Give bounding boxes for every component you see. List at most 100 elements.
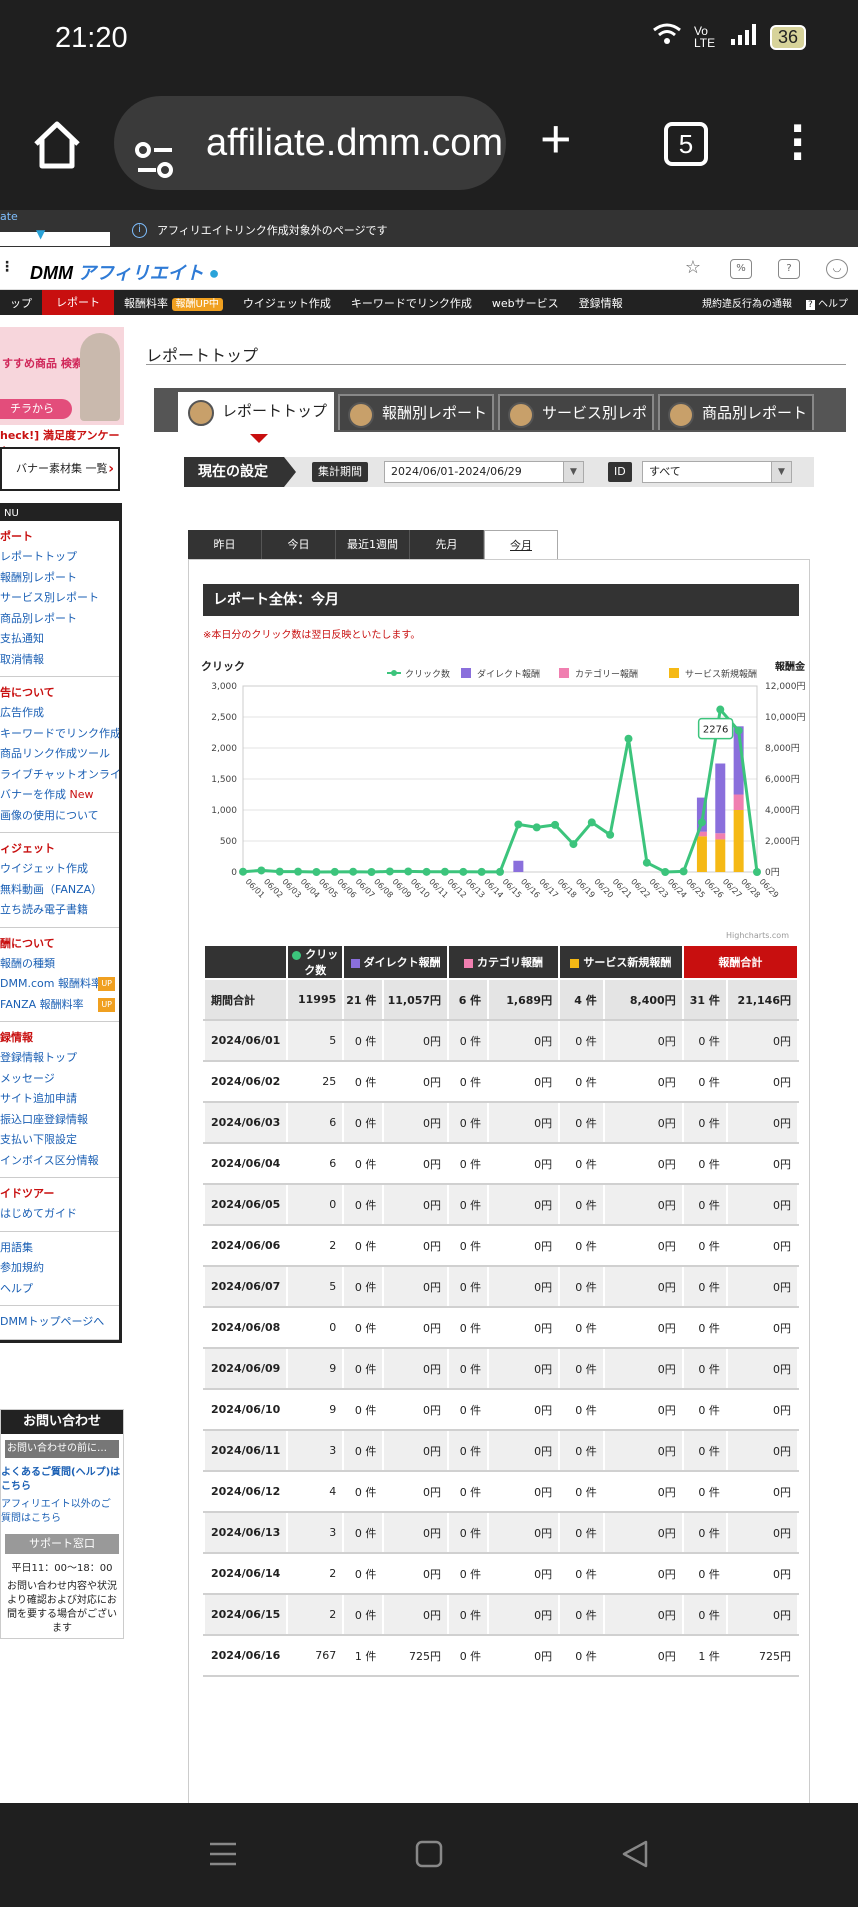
- report-tabs: レポートトップ 報酬別レポート サービス別レポート 商品別レポート: [154, 388, 846, 456]
- chart-xtick: 06/26: [703, 877, 726, 900]
- side-menu-item[interactable]: 報酬別レポート: [0, 568, 119, 589]
- table-cell: 2024/06/08: [202, 1306, 289, 1349]
- nav-item-top[interactable]: ップ: [0, 295, 42, 311]
- side-menu-item[interactable]: 支払い下限設定: [0, 1130, 119, 1151]
- side-menu-item[interactable]: FANZA 報酬料率 UP: [0, 995, 119, 1016]
- side-menu-item[interactable]: 参加規約: [0, 1258, 119, 1279]
- tab-today[interactable]: 今日: [262, 530, 336, 560]
- table-cell: 0円: [382, 1347, 450, 1390]
- star-icon[interactable]: ☆: [682, 259, 704, 279]
- address-bar[interactable]: affiliate.dmm.com: [114, 96, 506, 190]
- side-menu-item[interactable]: インボイス区分情報: [0, 1151, 119, 1172]
- side-menu-item[interactable]: 立ち読み電子書籍: [0, 900, 119, 921]
- extension-label: ate: [0, 210, 18, 223]
- user-icon[interactable]: ◡: [826, 259, 848, 279]
- menu-kebab-icon[interactable]: · · ·: [790, 109, 805, 177]
- table-cell: 0円: [602, 1265, 684, 1308]
- table-cell: 0 件: [681, 1101, 728, 1144]
- home-nav-icon[interactable]: [414, 1839, 444, 1873]
- nav-item-widget[interactable]: ウイジェット作成: [233, 295, 341, 311]
- side-menu-item[interactable]: 振込口座登録情報: [0, 1110, 119, 1131]
- period-select[interactable]: 2024/06/01-2024/06/29 ▼: [384, 461, 584, 483]
- chart-point: [514, 820, 523, 829]
- side-menu-item[interactable]: サイト追加申請: [0, 1089, 119, 1110]
- tab-last-week[interactable]: 最近1週間: [336, 530, 410, 560]
- side-menu-item[interactable]: メッセージ: [0, 1069, 119, 1090]
- percent-icon[interactable]: %: [730, 259, 752, 279]
- side-menu-item[interactable]: 商品別レポート: [0, 609, 119, 630]
- nav-item-reward-rate[interactable]: 報酬料率 報酬UP中: [114, 295, 233, 311]
- table-cell: 0 件: [342, 1552, 385, 1595]
- extension-dropdown-icon[interactable]: ▼: [36, 227, 45, 241]
- status-bar: 21:20 Vo LTE 36: [0, 0, 858, 78]
- nav-item-report[interactable]: レポート: [42, 290, 114, 315]
- table-cell: 0 件: [681, 1429, 728, 1472]
- side-menu-item[interactable]: 支払通知: [0, 629, 119, 650]
- tab-this-month[interactable]: 今月: [484, 530, 558, 560]
- table-cell: 0円: [487, 1552, 561, 1595]
- tab-reward-report[interactable]: 報酬別レポート: [338, 394, 494, 430]
- banner-button[interactable]: チラから: [0, 399, 72, 419]
- side-menu-item[interactable]: 広告作成: [0, 703, 119, 724]
- table-cell: 0円: [487, 1142, 561, 1185]
- table-cell: 2024/06/14: [202, 1552, 289, 1595]
- table-cell: 0円: [725, 1265, 800, 1308]
- chart-xtick: 06/16: [519, 877, 542, 900]
- tab-last-month[interactable]: 先月: [410, 530, 484, 560]
- side-menu-item[interactable]: 用語集: [0, 1238, 119, 1259]
- status-icons: Vo LTE 36: [652, 22, 806, 52]
- side-menu-item[interactable]: 商品リンク作成ツール: [0, 744, 119, 765]
- side-menu-item[interactable]: 無料動画（FANZA）: [0, 880, 119, 901]
- other-questions-link[interactable]: アフィリエイト以外のご 質問はこちら: [1, 1496, 123, 1528]
- faq-link[interactable]: よくあるご質問(ヘルプ)は こちら: [1, 1464, 123, 1496]
- side-menu-item[interactable]: ヘルプ: [0, 1279, 119, 1300]
- side-menu-item[interactable]: ライブチャットオンライ: [0, 765, 119, 786]
- side-menu-item[interactable]: バナーを作成 New: [0, 785, 119, 806]
- recent-apps-icon[interactable]: [208, 1839, 238, 1873]
- tab-product-report[interactable]: 商品別レポート: [658, 394, 814, 430]
- side-menu-item[interactable]: レポートトップ: [0, 547, 119, 568]
- tab-yesterday[interactable]: 昨日: [188, 530, 262, 560]
- nav-item-help[interactable]: ? ヘルプ: [806, 295, 848, 310]
- home-icon[interactable]: [30, 118, 84, 172]
- side-menu-item[interactable]: DMM.com 報酬料率 UP: [0, 974, 119, 995]
- chat-icon[interactable]: ?: [778, 259, 800, 279]
- extension-select[interactable]: [0, 232, 110, 246]
- nav-item-web[interactable]: webサービス: [482, 295, 569, 311]
- side-menu-header: NU: [0, 506, 119, 521]
- hamburger-icon[interactable]: ⋮: [0, 259, 14, 275]
- side-menu-item[interactable]: 登録情報トップ: [0, 1048, 119, 1069]
- new-tab-icon[interactable]: +: [540, 108, 572, 170]
- id-select[interactable]: すべて ▼: [642, 461, 792, 483]
- legend-square-marker: [669, 668, 679, 678]
- chart-point: [642, 858, 651, 867]
- table-cell: 0円: [382, 1306, 450, 1349]
- site-settings-icon[interactable]: [134, 122, 176, 178]
- tab-service-report[interactable]: サービス別レポート: [498, 394, 654, 456]
- side-menu-item[interactable]: サービス別レポート: [0, 588, 119, 609]
- table-row: 2024/06/06 2 0 件 0円 0 件 0円 0 件 0円 0 件 0円: [202, 1224, 800, 1267]
- side-menu-item[interactable]: DMMトップページへ: [0, 1312, 119, 1333]
- tab-switcher-button[interactable]: 5: [664, 122, 708, 166]
- table-cell: 0円: [602, 1347, 684, 1390]
- help-icon: ?: [806, 300, 815, 310]
- nav-item-violation[interactable]: 規約違反行為の通報: [702, 295, 792, 310]
- promo-banner[interactable]: すすめ商品 検索ワード チラから: [0, 327, 124, 425]
- tab-report-top[interactable]: レポートトップ: [178, 392, 334, 443]
- nav-item-registration[interactable]: 登録情報: [569, 295, 633, 311]
- table-cell: 0円: [602, 1634, 684, 1677]
- contact-before-button[interactable]: お問い合わせの前に…: [5, 1440, 119, 1458]
- side-menu-item[interactable]: 画像の使用について: [0, 806, 119, 827]
- header-icons: ☆ % ? ◡: [682, 259, 848, 279]
- side-menu-item[interactable]: 取消情報: [0, 650, 119, 671]
- side-menu-item[interactable]: 報酬の種類: [0, 954, 119, 975]
- site-logo[interactable]: DMM アフィリエイト ●: [30, 259, 220, 285]
- nav-item-keyword[interactable]: キーワードでリンク作成: [341, 295, 482, 311]
- banner-list-button[interactable]: バナー素材集 一覧 ›: [0, 447, 120, 491]
- side-menu-item[interactable]: はじめてガイド: [0, 1204, 119, 1225]
- table-cell: 0 件: [681, 1142, 728, 1185]
- side-menu-item[interactable]: キーワードでリンク作成: [0, 724, 119, 745]
- back-icon[interactable]: [620, 1839, 650, 1873]
- side-menu-item[interactable]: ウイジェット作成: [0, 859, 119, 880]
- table-cell: 0円: [725, 1593, 800, 1636]
